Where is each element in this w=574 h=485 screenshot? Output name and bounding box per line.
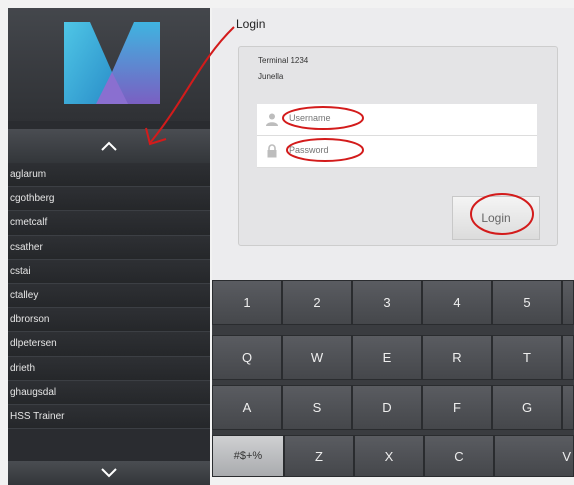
user-sidebar: aglarum cgothberg cmetcalf csather cstai… <box>8 8 210 485</box>
user-item[interactable]: drieth <box>8 356 210 381</box>
user-item[interactable]: cmetcalf <box>8 211 210 236</box>
user-label: Junella <box>258 72 284 81</box>
login-button[interactable]: Login <box>452 196 540 240</box>
scroll-up-button[interactable] <box>8 129 210 163</box>
login-caption: Login <box>236 17 266 31</box>
key-d[interactable]: D <box>352 385 422 430</box>
key-1[interactable]: 1 <box>212 280 282 325</box>
password-field <box>257 136 537 168</box>
username-input[interactable] <box>287 112 521 124</box>
user-item[interactable]: dbrorson <box>8 308 210 333</box>
key-partial[interactable] <box>562 335 574 380</box>
key-t[interactable]: T <box>492 335 562 380</box>
key-partial[interactable] <box>562 385 574 430</box>
user-item[interactable]: dlpetersen <box>8 332 210 357</box>
chevron-up-icon <box>101 141 117 151</box>
user-item[interactable]: aglarum <box>8 163 210 188</box>
user-list: aglarum cgothberg cmetcalf csather cstai… <box>8 163 210 461</box>
key-5[interactable]: 5 <box>492 280 562 325</box>
user-item[interactable]: cstai <box>8 259 210 284</box>
key-e[interactable]: E <box>352 335 422 380</box>
user-item[interactable]: ctalley <box>8 283 210 309</box>
lock-icon <box>267 144 277 158</box>
key-partial[interactable] <box>562 280 574 325</box>
user-item[interactable]: HSS Trainer <box>8 404 210 430</box>
key-x[interactable]: X <box>354 435 424 477</box>
logo-area <box>8 8 210 121</box>
key-2[interactable]: 2 <box>282 280 352 325</box>
symbols-key[interactable]: #$+% <box>212 435 284 477</box>
scroll-down-button[interactable] <box>8 461 210 485</box>
password-input[interactable] <box>287 144 521 156</box>
terminal-label: Terminal 1234 <box>258 56 309 65</box>
user-item[interactable]: cgothberg <box>8 187 210 212</box>
user-item[interactable]: csather <box>8 235 210 260</box>
username-field <box>257 104 537 136</box>
key-3[interactable]: 3 <box>352 280 422 325</box>
key-c[interactable]: C <box>424 435 494 477</box>
on-screen-keyboard: 1 2 3 4 5 Q W E R T A S D F G #$+% Z X C… <box>212 280 574 477</box>
m-logo <box>64 22 160 104</box>
user-icon <box>266 113 278 126</box>
key-a[interactable]: A <box>212 385 282 430</box>
key-g[interactable]: G <box>492 385 562 430</box>
key-v[interactable]: V <box>494 435 574 477</box>
key-4[interactable]: 4 <box>422 280 492 325</box>
user-item[interactable]: ghaugsdal <box>8 380 210 405</box>
key-r[interactable]: R <box>422 335 492 380</box>
key-z[interactable]: Z <box>284 435 354 477</box>
key-w[interactable]: W <box>282 335 352 380</box>
key-q[interactable]: Q <box>212 335 282 380</box>
key-s[interactable]: S <box>282 385 352 430</box>
key-f[interactable]: F <box>422 385 492 430</box>
